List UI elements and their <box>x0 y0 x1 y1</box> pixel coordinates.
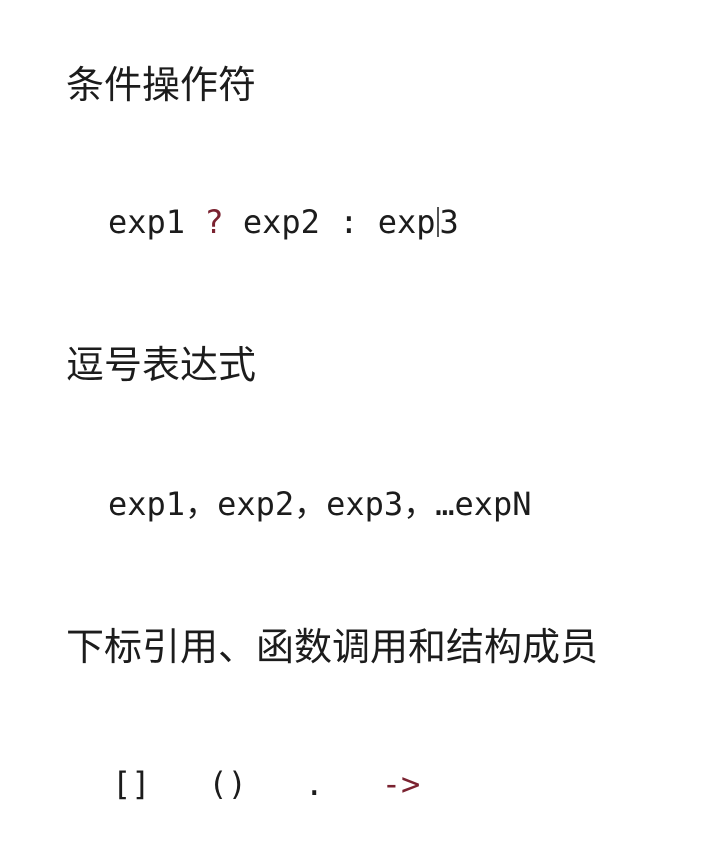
code-conditional-expression: exp1 ? exp2 : exp 3 <box>108 206 459 238</box>
code-exp3-prefix: exp <box>377 203 436 241</box>
code-exp3-suffix: 3 <box>439 203 459 241</box>
code-member-operators: [] () . -> <box>112 768 420 800</box>
code-dot: . <box>304 765 324 803</box>
heading-conditional-operator: 条件操作符 <box>66 63 257 107</box>
text-cursor-icon <box>436 207 439 237</box>
code-exp1: exp1 <box>108 203 186 241</box>
code-exp2: exp2 <box>242 203 320 241</box>
code-arrow: -> <box>381 765 421 803</box>
code-brackets: [] <box>112 765 151 803</box>
code-question-mark: ? <box>204 203 224 241</box>
code-parens: () <box>208 765 247 803</box>
code-colon: : <box>339 203 359 241</box>
heading-comma-expression: 逗号表达式 <box>66 343 257 387</box>
heading-subscript-call-member: 下标引用、函数调用和结构成员 <box>66 625 599 669</box>
code-comma-expression: exp1，exp2，exp3，…expN <box>108 485 532 523</box>
